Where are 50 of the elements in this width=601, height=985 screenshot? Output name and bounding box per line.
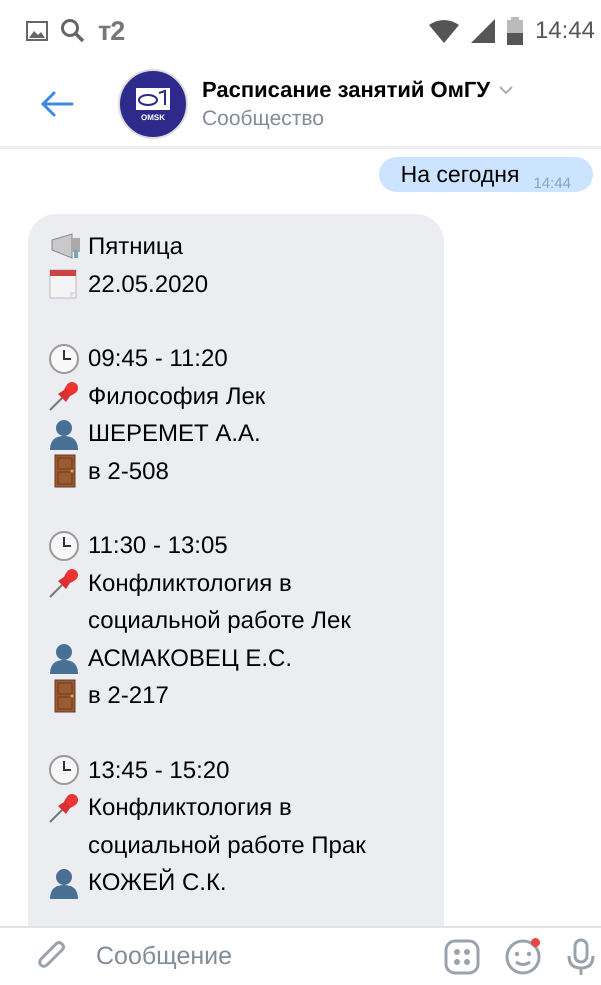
wifi-icon — [428, 19, 459, 43]
door-icon — [54, 678, 76, 712]
outgoing-message[interactable]: На сегодня 14:44 — [378, 157, 593, 192]
message-line: КОЖЕЙ С.К. — [88, 867, 228, 898]
pushpin-icon — [48, 380, 80, 412]
message-line: 11:30 - 13:05 — [88, 531, 229, 561]
battery-icon — [506, 17, 523, 45]
message-text: На сегодня — [400, 161, 520, 188]
smiley-icon — [504, 938, 542, 976]
message-line: в 2-508 — [88, 456, 170, 486]
incoming-message[interactable] — [28, 214, 444, 926]
person-icon — [48, 866, 80, 898]
back-arrow-icon — [40, 91, 74, 117]
message-line: ШЕРЕМЕТ А.А. — [88, 419, 262, 449]
person-icon — [48, 642, 80, 674]
pushpin-icon — [48, 792, 80, 824]
calendar-icon — [48, 268, 78, 300]
message-line: в 2-217 — [88, 681, 170, 711]
search-icon — [60, 18, 86, 44]
clock-icon — [48, 530, 80, 562]
chat-title: Расписание занятий ОмГУ — [202, 77, 490, 103]
message-line: 09:45 - 11:20 — [88, 344, 229, 374]
image-icon — [26, 21, 48, 41]
message-line: 13:45 - 15:20 — [88, 756, 230, 786]
chat-subtitle: Сообщество — [202, 107, 325, 131]
carrier-logo: т2 — [98, 16, 124, 46]
message-time: 14:44 — [533, 175, 571, 192]
microphone-icon — [566, 938, 596, 976]
message-line: Философия Лек — [88, 382, 266, 412]
clock-icon — [48, 342, 80, 374]
message-line: АСМАКОВЕЦ Е.С. — [88, 644, 294, 674]
message-input[interactable]: Сообщение — [94, 941, 420, 972]
keyboard-button[interactable] — [444, 938, 480, 974]
apps-icon — [444, 938, 480, 974]
person-icon — [48, 418, 80, 450]
emblem-icon — [135, 86, 171, 110]
clock-icon — [48, 754, 80, 786]
message-line: 22.05.2020 — [88, 270, 210, 300]
avatar-text: OMSK — [141, 112, 165, 122]
message-line: Конфликтология в социальной работе Лек — [88, 568, 352, 636]
sticker-button[interactable] — [504, 938, 542, 976]
message-line: Пятница — [88, 232, 184, 262]
clock-time: 14:44 — [534, 17, 595, 45]
message-line: Конфликтология в социальной работе Прак — [88, 793, 367, 860]
chevron-down-icon[interactable] — [498, 85, 514, 95]
pushpin-icon — [48, 567, 80, 599]
signal-icon — [470, 19, 495, 43]
door-icon — [54, 454, 76, 488]
community-avatar[interactable]: OMSK — [118, 69, 188, 139]
microphone-button[interactable] — [566, 938, 596, 976]
